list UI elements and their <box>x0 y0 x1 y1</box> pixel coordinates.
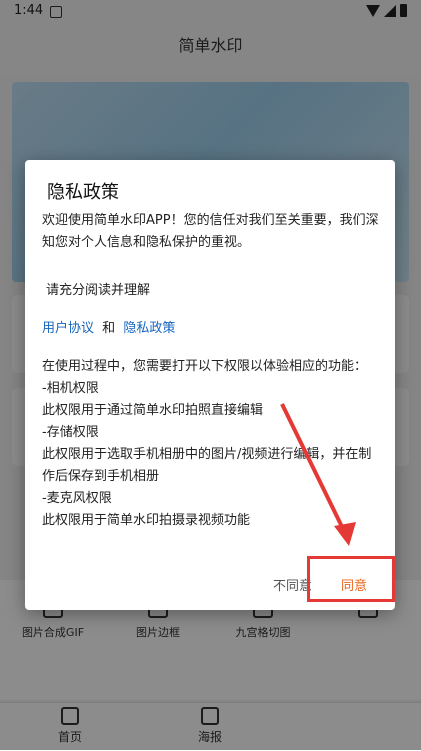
arrow-shaft <box>280 403 348 536</box>
annotation-arrow <box>280 403 356 546</box>
arrow-head <box>334 522 356 546</box>
